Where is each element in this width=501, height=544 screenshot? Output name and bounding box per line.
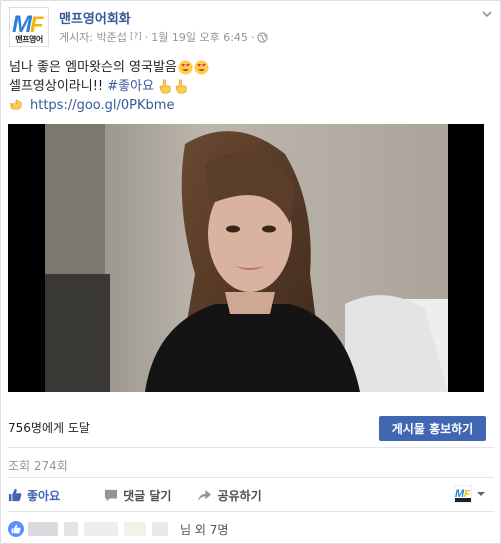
- avatar-caption: 맨프영어: [15, 35, 43, 44]
- pointing-right-hand-icon: [9, 99, 22, 110]
- share-label: 공유하기: [217, 488, 262, 503]
- post-meta: 게시자: 박준섭 [?] · 1월 19일 오후 6:45 ·: [59, 29, 269, 45]
- message-line-3: https://goo.gl/0PKbme: [9, 96, 494, 115]
- others-count[interactable]: 님 외 7명: [180, 521, 228, 538]
- action-bar: 좋아요 댓글 달기 공유하기: [8, 484, 494, 506]
- page-voice-selector[interactable]: M F: [454, 485, 486, 503]
- pointing-down-hand-icon: [175, 79, 187, 94]
- like-reaction-icon: [8, 521, 24, 537]
- video-thumbnail: [45, 124, 448, 392]
- message-text: 넘나 좋은 엠마왓슨의 영국발음: [9, 60, 177, 75]
- view-count: 조회 274회: [8, 459, 68, 473]
- divider: [8, 447, 494, 448]
- divider: [8, 511, 494, 512]
- svg-text:F: F: [30, 12, 44, 37]
- chevron-down-icon[interactable]: [480, 7, 494, 21]
- meta-separator: ·: [144, 30, 149, 44]
- page-name[interactable]: 맨프영어회화: [59, 8, 131, 27]
- redacted-name: [28, 522, 58, 536]
- page-logo-icon: M F: [454, 485, 472, 503]
- comment-label: 댓글 달기: [123, 488, 172, 503]
- reactions-summary[interactable]: 님 외 7명: [8, 519, 494, 539]
- divider: [8, 477, 494, 478]
- message-line-2: 셀프영상이라니!! #좋아요: [9, 77, 494, 96]
- reach-row: 756명에게 도달 게시물 홍보하기: [8, 411, 486, 441]
- post-card: M F 맨프영어 맨프영어회화 게시자: 박준섭 [?] · 1월 19일 오후…: [0, 0, 501, 544]
- globe-icon[interactable]: [257, 31, 269, 43]
- pointing-down-hand-icon: [159, 79, 171, 94]
- reach-count[interactable]: 756명에게 도달: [8, 419, 90, 436]
- redacted-name: [84, 522, 118, 536]
- video-player[interactable]: [8, 124, 484, 392]
- heart-eyes-emoji-icon: [178, 60, 193, 75]
- like-label: 좋아요: [27, 488, 61, 503]
- share-button[interactable]: 공유하기: [197, 487, 262, 504]
- author-label[interactable]: 게시자: 박준섭: [59, 29, 127, 45]
- share-arrow-icon: [198, 489, 212, 501]
- redacted-name: [152, 522, 168, 536]
- boost-post-button[interactable]: 게시물 홍보하기: [379, 416, 486, 441]
- video-frame-image: [45, 124, 448, 392]
- comment-icon: [105, 489, 118, 501]
- heart-eyes-emoji-icon: [194, 60, 209, 75]
- thumbs-up-icon: [8, 488, 22, 502]
- post-link[interactable]: https://goo.gl/0PKbme: [30, 96, 174, 115]
- comment-button[interactable]: 댓글 달기: [104, 487, 171, 504]
- message-text: 셀프영상이라니!!: [9, 79, 108, 94]
- post-message: 넘나 좋은 엠마왓슨의 영국발음 셀프영상이라니!! #좋아요 https://…: [9, 58, 494, 115]
- redacted-name: [124, 522, 146, 536]
- redacted-name: [64, 522, 78, 536]
- meta-separator: ·: [250, 30, 255, 44]
- page-avatar[interactable]: M F 맨프영어: [9, 7, 49, 47]
- help-link[interactable]: [?]: [130, 32, 142, 42]
- message-line-1: 넘나 좋은 엠마왓슨의 영국발음: [9, 58, 494, 77]
- caret-down-icon: [477, 492, 485, 496]
- post-timestamp[interactable]: 1월 19일 오후 6:45: [151, 29, 248, 45]
- hashtag-link[interactable]: #좋아요: [107, 77, 154, 96]
- like-button[interactable]: 좋아요: [8, 487, 60, 504]
- post-header: M F 맨프영어 맨프영어회화 게시자: 박준섭 [?] · 1월 19일 오후…: [9, 7, 494, 47]
